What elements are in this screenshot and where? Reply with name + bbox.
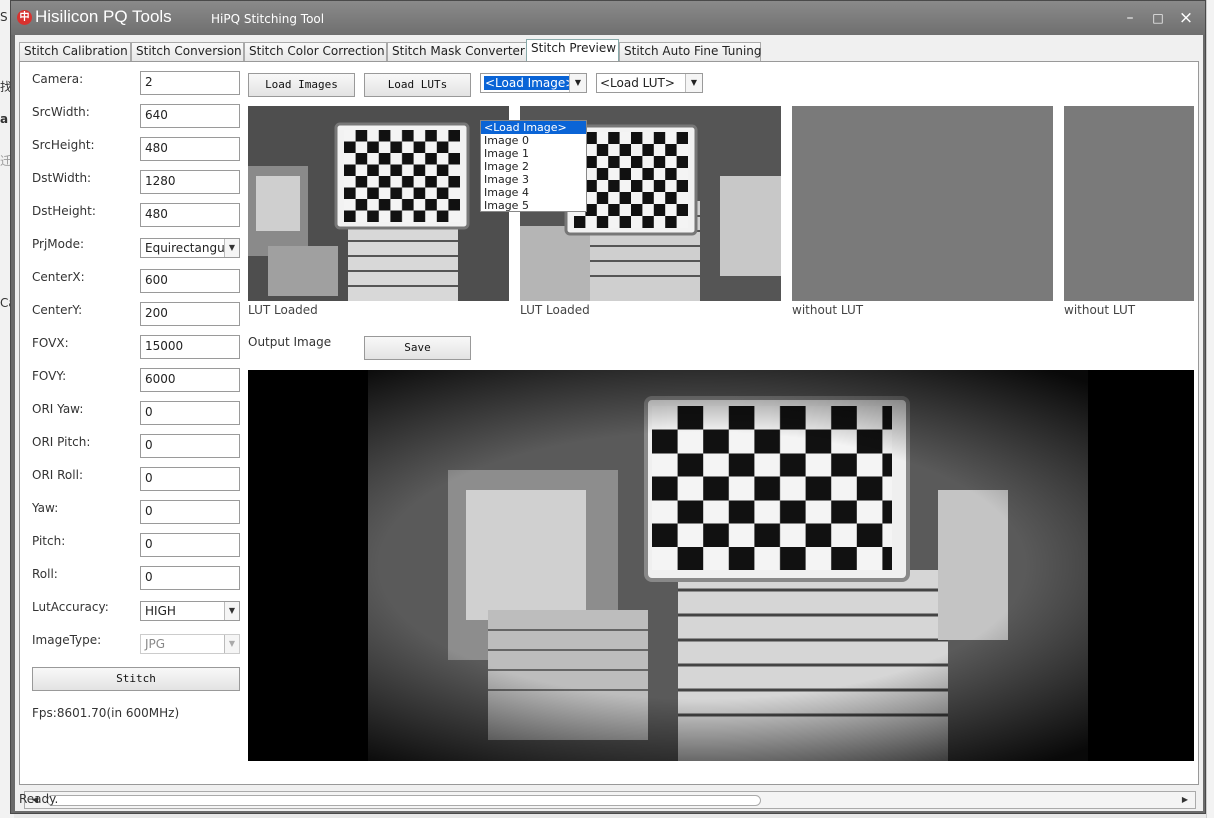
thumbnail-caption-1: LUT Loaded [520,303,590,317]
prj-mode-label: PrjMode: [32,237,85,251]
window-content: Stitch Calibration Stitch Conversion Sti… [15,35,1203,811]
output-image-label: Output Image [248,335,332,349]
prj-mode-value: Equirectangul [145,241,229,255]
thumbnail-caption-2: without LUT [792,303,864,317]
stitch-preview-panel: Camera: 2 SrcWidth: 640 SrcHeight: 480 D… [19,61,1199,809]
background-text: a [0,112,9,126]
chevron-down-icon[interactable]: ▼ [224,602,239,620]
horizontal-scrollbar[interactable]: ◀ ▶ [24,791,1196,809]
scrollbar-thumb[interactable] [47,795,761,806]
roll-label: Roll: [32,567,58,581]
dst-width-label: DstWidth: [32,171,92,185]
chevron-down-icon[interactable]: ▼ [224,239,239,257]
tab-stitch-auto-fine-tuning[interactable]: Stitch Auto Fine Tuning [619,42,762,61]
src-height-label: SrcHeight: [32,138,95,152]
thumbnail-caption-3: without LUT [1064,303,1136,317]
lut-accuracy-value: HIGH [145,604,176,618]
lut-select-value: <Load LUT> [600,76,675,90]
center-x-field[interactable]: 600 [140,269,240,293]
tab-stitch-color-correction[interactable]: Stitch Color Correction [244,42,387,61]
maximize-button[interactable]: □ [1149,9,1167,27]
ori-roll-field[interactable]: 0 [140,467,240,491]
dst-height-label: DstHeight: [32,204,96,218]
src-width-label: SrcWidth: [32,105,90,119]
thumbnail-image-0 [248,106,509,301]
load-luts-button[interactable]: Load LUTs [364,73,471,97]
output-image [248,370,1194,761]
dst-height-field[interactable]: 480 [140,203,240,227]
center-y-field[interactable]: 200 [140,302,240,326]
roll-field[interactable]: 0 [140,566,240,590]
dropdown-option[interactable]: Image 1 [481,147,586,160]
center-x-label: CenterX: [32,270,85,284]
image-select[interactable]: <Load Image> ▼ [480,73,587,93]
thumbnail-image-2 [792,106,1053,301]
image-type-select: JPG ▼ [140,634,240,654]
tab-stitch-conversion[interactable]: Stitch Conversion [131,42,244,61]
fps-readout: Fps:8601.70(in 600MHz) [32,706,180,720]
thumbnail-image-3 [1064,106,1194,301]
fovy-field[interactable]: 6000 [140,368,240,392]
lut-select[interactable]: <Load LUT> ▼ [596,73,703,93]
chevron-down-icon[interactable]: ▼ [685,74,702,92]
chevron-down-icon: ▼ [224,635,239,653]
dropdown-option[interactable]: Image 5 [481,199,586,212]
image-type-value: JPG [145,637,166,651]
ori-pitch-field[interactable]: 0 [140,434,240,458]
pitch-label: Pitch: [32,534,66,548]
app-name: Hisilicon PQ Tools [35,7,172,26]
title-bar[interactable]: 中 Hisilicon PQ Tools HiPQ Stitching Tool… [11,1,1205,35]
stitched-panorama-image [248,370,1194,761]
background-app-right [1206,0,1214,818]
status-bar-text: Ready. [19,792,59,806]
image-select-value: <Load Image> [484,76,577,90]
center-y-label: CenterY: [32,303,83,317]
image-select-dropdown[interactable]: <Load Image> Image 0 Image 1 Image 2 Ima… [480,120,587,212]
yaw-label: Yaw: [32,501,59,515]
yaw-field[interactable]: 0 [140,500,240,524]
window-title: HiPQ Stitching Tool [211,12,325,26]
save-button[interactable]: Save [364,336,471,360]
lut-accuracy-label: LutAccuracy: [32,600,109,614]
ori-pitch-label: ORI Pitch: [32,435,91,449]
load-images-button[interactable]: Load Images [248,73,355,97]
prj-mode-select[interactable]: Equirectangul ▼ [140,238,240,258]
fovy-label: FOVY: [32,369,67,383]
pitch-field[interactable]: 0 [140,533,240,557]
app-window: 中 Hisilicon PQ Tools HiPQ Stitching Tool… [10,0,1206,814]
ori-yaw-label: ORI Yaw: [32,402,84,416]
src-height-field[interactable]: 480 [140,137,240,161]
scroll-right-icon[interactable]: ▶ [1177,793,1193,807]
camera-field[interactable]: 2 [140,71,240,95]
image-type-label: ImageType: [32,633,102,647]
src-width-field[interactable]: 640 [140,104,240,128]
fovx-field[interactable]: 15000 [140,335,240,359]
ori-yaw-field[interactable]: 0 [140,401,240,425]
tab-stitch-preview[interactable]: Stitch Preview [526,39,619,61]
dropdown-option[interactable]: <Load Image> [481,121,586,134]
fovx-label: FOVX: [32,336,69,350]
tab-stitch-mask-converter[interactable]: Stitch Mask Converter [387,42,527,61]
lut-accuracy-select[interactable]: HIGH ▼ [140,601,240,621]
background-text: S [0,10,8,24]
dropdown-option[interactable]: Image 2 [481,160,586,173]
camera-frame-image [248,106,509,301]
camera-label: Camera: [32,72,84,86]
minimize-button[interactable]: – [1121,9,1139,27]
screen: S 找 a 迁 Ca 中 Hisilicon PQ Tools HiPQ Sti… [0,0,1214,818]
close-button[interactable]: × [1177,9,1195,27]
hisilicon-logo-icon: 中 [17,10,32,25]
stitch-button[interactable]: Stitch [32,667,240,691]
thumbnail-caption-0: LUT Loaded [248,303,318,317]
dst-width-field[interactable]: 1280 [140,170,240,194]
dropdown-option[interactable]: Image 3 [481,173,586,186]
dropdown-option[interactable]: Image 4 [481,186,586,199]
ori-roll-label: ORI Roll: [32,468,83,482]
tab-stitch-calibration[interactable]: Stitch Calibration [19,42,131,61]
dropdown-option[interactable]: Image 0 [481,134,586,147]
chevron-down-icon[interactable]: ▼ [569,74,586,92]
